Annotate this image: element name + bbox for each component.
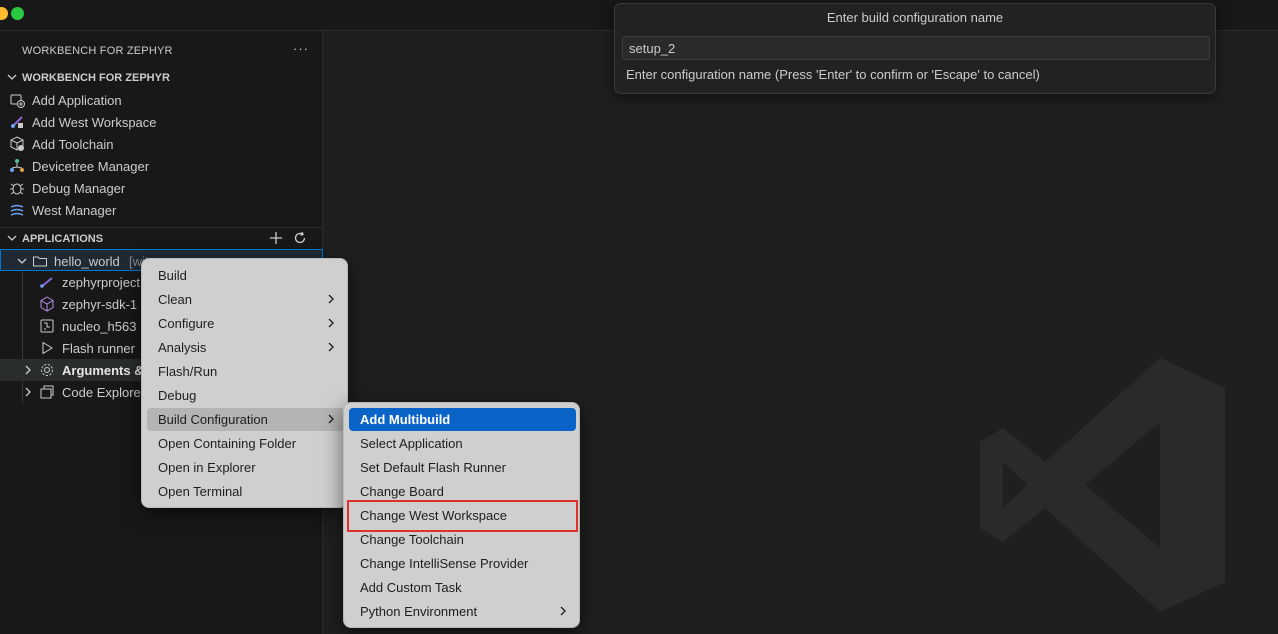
submenu-item-add-multibuild[interactable]: Add Multibuild [349, 408, 576, 431]
menu-item-label: Add Custom Task [360, 580, 462, 595]
menu-item-configure[interactable]: Configure [147, 312, 344, 335]
refresh-icon[interactable] [293, 231, 307, 245]
menu-item-label: Add Multibuild [360, 412, 451, 427]
toolchain-icon [10, 136, 24, 151]
section-header-applications[interactable]: APPLICATIONS [0, 228, 323, 250]
zoom-window-button[interactable] [11, 7, 24, 20]
play-icon [42, 341, 53, 355]
menu-item-clean[interactable]: Clean [147, 288, 344, 311]
menu-item-label: Build [158, 268, 187, 283]
context-menu: Build Clean Configure Analysis Flash/Run… [141, 258, 348, 508]
chevron-down-icon [17, 258, 27, 264]
board-icon [40, 319, 54, 333]
tree-item-label: Arguments & [62, 363, 144, 378]
highlight-box [347, 500, 578, 532]
submenu-item-set-default-flash-runner[interactable]: Set Default Flash Runner [349, 456, 576, 479]
west-manager-icon [10, 204, 24, 216]
chevron-right-icon [25, 365, 31, 375]
menu-item-label: Python Environment [360, 604, 478, 619]
tree-item-label: Code Explore [62, 385, 141, 400]
menu-item-build-configuration[interactable]: Build Configuration [147, 408, 344, 431]
quick-input-widget: Enter build configuration name Enter con… [614, 3, 1216, 94]
menu-item-open-terminal[interactable]: Open Terminal [147, 480, 344, 503]
item-label: West Manager [32, 203, 117, 218]
add-toolchain-item[interactable]: Add Toolchain [0, 133, 323, 155]
chevron-right-icon [328, 294, 334, 304]
menu-item-label: Set Default Flash Runner [360, 460, 506, 475]
tree-item-label: zephyr-sdk-1 [62, 297, 138, 312]
menu-item-label: Select Application [360, 436, 463, 451]
configuration-name-input[interactable] [622, 36, 1210, 60]
west-workspace-icon [40, 277, 53, 288]
menu-item-label: Change IntelliSense Provider [360, 556, 529, 571]
menu-item-label: Build Configuration [158, 412, 268, 427]
submenu-item-add-custom-task[interactable]: Add Custom Task [349, 576, 576, 599]
menu-item-build[interactable]: Build [147, 264, 344, 287]
chevron-down-icon [7, 74, 17, 80]
item-label: Debug Manager [32, 181, 126, 196]
west-manager-item[interactable]: West Manager [0, 199, 323, 221]
menu-item-open-containing-folder[interactable]: Open Containing Folder [147, 432, 344, 455]
devicetree-icon [10, 159, 24, 172]
menu-item-label: Analysis [158, 340, 207, 355]
item-label: Add Application [32, 93, 122, 108]
debug-manager-item[interactable]: Debug Manager [0, 177, 323, 199]
menu-item-debug[interactable]: Debug [147, 384, 344, 407]
menu-item-label: Open Containing Folder [158, 436, 297, 451]
tree-item-label: zephyrproject [62, 275, 141, 290]
minimize-window-button[interactable] [0, 7, 8, 20]
menu-item-analysis[interactable]: Analysis [147, 336, 344, 359]
quick-input-message: Enter configuration name (Press 'Enter' … [626, 67, 1040, 82]
item-label: Add West Workspace [32, 115, 157, 130]
chevron-right-icon [25, 387, 31, 397]
chevron-right-icon [560, 606, 566, 616]
item-label: Add Toolchain [32, 137, 114, 152]
menu-item-label: Flash/Run [158, 364, 218, 379]
chevron-right-icon [328, 414, 334, 424]
menu-item-label: Open Terminal [158, 484, 243, 499]
item-label: Devicetree Manager [32, 159, 150, 174]
devicetree-manager-item[interactable]: Devicetree Manager [0, 155, 323, 177]
sidebar-title: WORKBENCH FOR ZEPHYR [22, 45, 173, 57]
quick-input-title: Enter build configuration name [826, 10, 1004, 25]
menu-item-label: Clean [158, 292, 192, 307]
add-west-workspace-item[interactable]: Add West Workspace [0, 111, 323, 133]
section-title: WORKBENCH FOR ZEPHYR [22, 72, 170, 84]
menu-item-label: Change Board [360, 484, 444, 499]
debug-icon [10, 183, 24, 195]
menu-item-flash-run[interactable]: Flash/Run [147, 360, 344, 383]
submenu-item-change-intellisense-provider[interactable]: Change IntelliSense Provider [349, 552, 576, 575]
add-icon[interactable] [269, 231, 283, 245]
submenu-item-python-environment[interactable]: Python Environment [349, 600, 576, 623]
menu-item-open-in-explorer[interactable]: Open in Explorer [147, 456, 344, 479]
add-application-icon [10, 94, 25, 108]
menu-item-label: Change Toolchain [360, 532, 464, 547]
menu-item-label: Debug [158, 388, 197, 403]
menu-item-label: Open in Explorer [158, 460, 256, 475]
explorer-icon [40, 385, 54, 399]
tree-item-label: Flash runner [62, 341, 135, 356]
chevron-down-icon [7, 235, 17, 241]
menu-item-label: Configure [158, 316, 215, 331]
tree-item-label: nucleo_h563 [62, 319, 137, 334]
gear-icon [41, 364, 53, 376]
more-actions-button[interactable]: ··· [293, 41, 309, 56]
folder-icon [33, 256, 47, 267]
add-application-item[interactable]: Add Application [0, 89, 323, 111]
vscode-watermark-logo [980, 358, 1225, 612]
section-title: APPLICATIONS [22, 233, 104, 245]
section-header-workbench[interactable]: WORKBENCH FOR ZEPHYR [0, 67, 323, 89]
chevron-right-icon [328, 318, 334, 328]
chevron-right-icon [328, 342, 334, 352]
submenu-item-select-application[interactable]: Select Application [349, 432, 576, 455]
sdk-cube-icon [40, 296, 54, 312]
west-workspace-icon [11, 116, 23, 128]
project-label: hello_world [54, 254, 120, 269]
